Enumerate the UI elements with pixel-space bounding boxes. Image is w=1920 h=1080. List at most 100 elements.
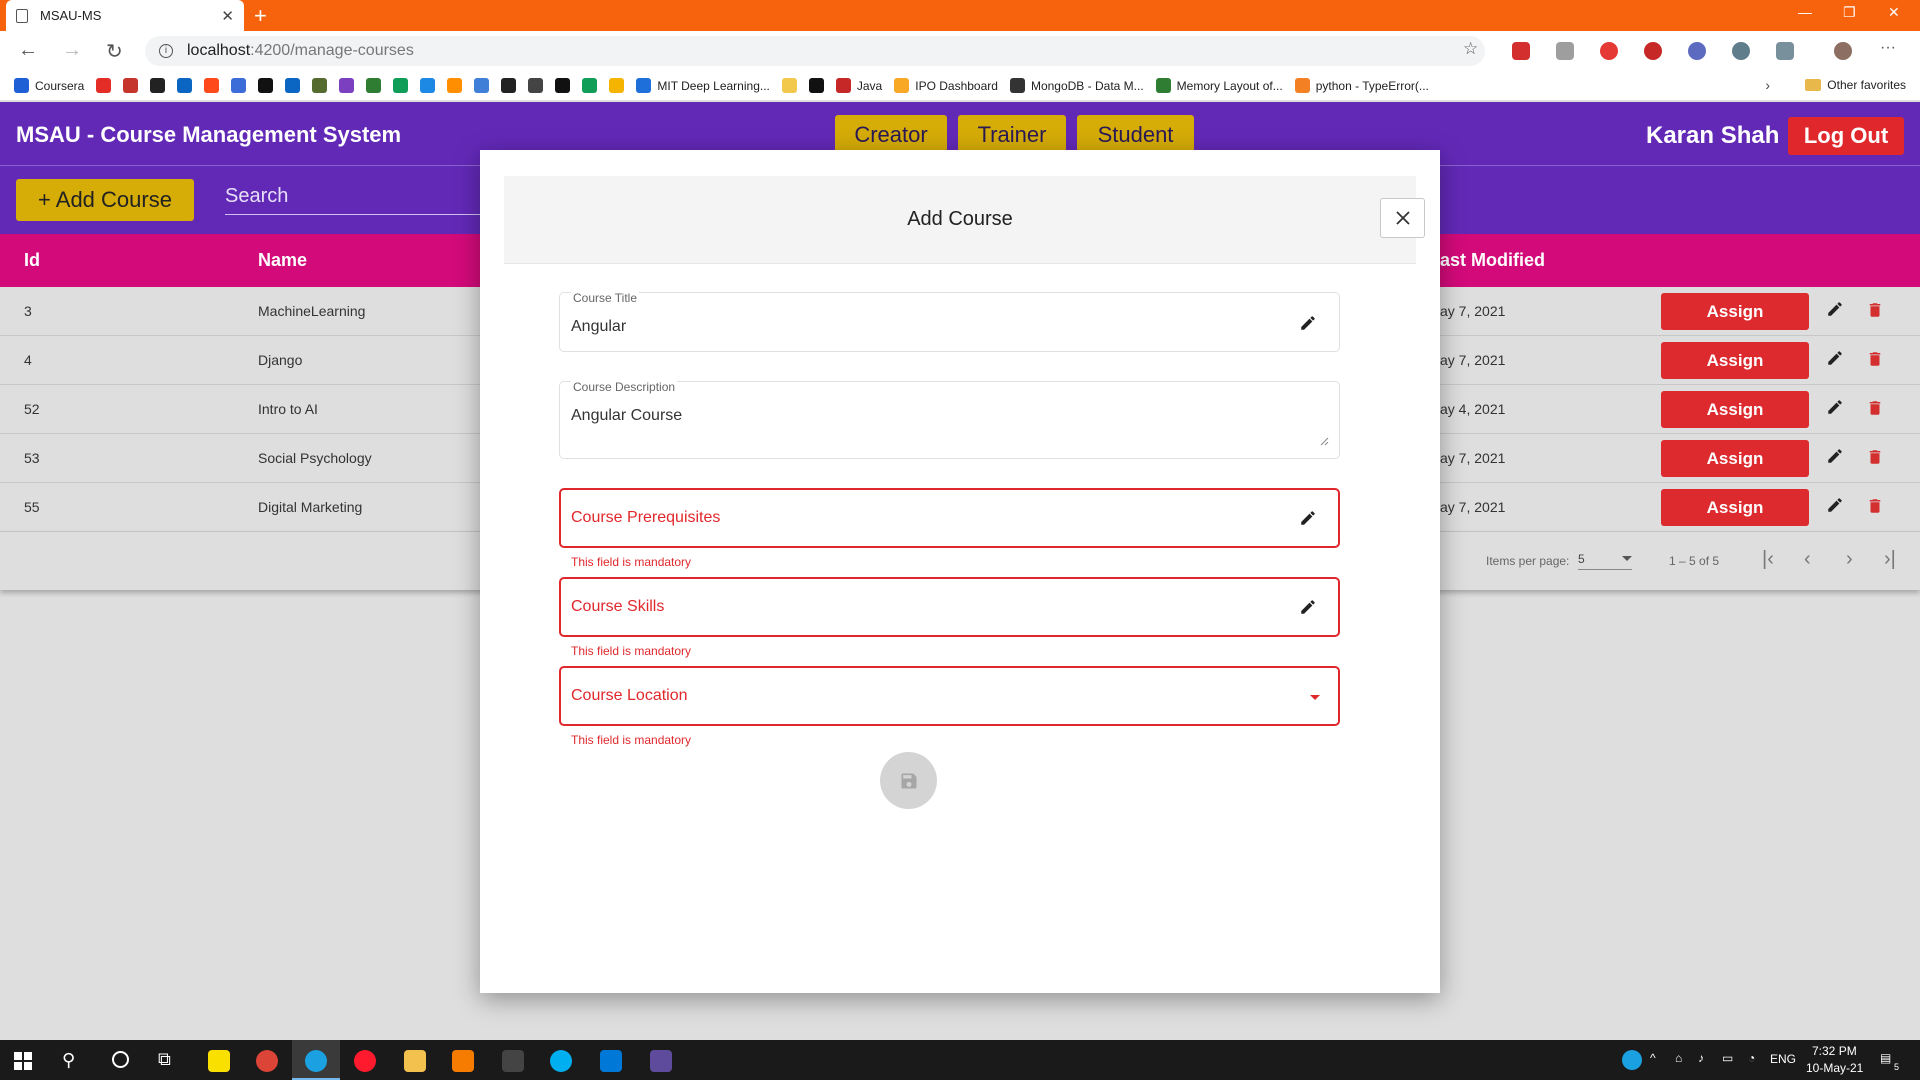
bookmark-item[interactable]: MIT Deep Learning... <box>636 78 770 93</box>
forward-icon[interactable]: → <box>62 39 82 62</box>
edit-pencil-icon[interactable] <box>1299 509 1317 527</box>
edit-pencil-icon[interactable] <box>1826 300 1844 321</box>
clock-date[interactable]: 10-May-21 <box>1806 1061 1863 1075</box>
bookmark-item[interactable] <box>393 78 409 93</box>
extension-icon[interactable] <box>1688 42 1706 60</box>
assign-button[interactable]: Assign <box>1661 489 1809 526</box>
edit-pencil-icon[interactable] <box>1299 598 1317 616</box>
notifications-icon[interactable]: ▤ <box>1880 1051 1891 1065</box>
edit-pencil-icon[interactable] <box>1826 496 1844 517</box>
edit-pencil-icon[interactable] <box>1826 398 1844 419</box>
bookmark-item[interactable] <box>808 78 824 93</box>
back-icon[interactable]: ← <box>18 39 38 62</box>
edit-pencil-icon[interactable] <box>1826 349 1844 370</box>
favorite-star-icon[interactable]: ☆ <box>1463 39 1478 59</box>
assign-button[interactable]: Assign <box>1661 440 1809 477</box>
bookmark-item[interactable] <box>474 78 490 93</box>
file-explorer-icon[interactable] <box>404 1050 426 1072</box>
resize-grip-icon[interactable] <box>1320 437 1329 446</box>
course-description-field[interactable]: Course Description Angular Course <box>559 380 1340 459</box>
delete-trash-icon[interactable] <box>1866 300 1884 323</box>
tab-close-icon[interactable]: ✕ <box>221 7 234 25</box>
network-icon[interactable]: ⌂ <box>1675 1051 1682 1065</box>
items-per-page-select[interactable]: 5 <box>1578 552 1632 570</box>
bookmark-item[interactable]: Coursera <box>14 78 84 93</box>
extension-icon[interactable] <box>1644 42 1662 60</box>
trainer-button[interactable]: Trainer <box>958 115 1066 155</box>
bookmarks-overflow-icon[interactable]: › <box>1765 77 1770 93</box>
chrome-icon[interactable] <box>256 1050 278 1072</box>
course-skills-field[interactable]: Course Skills <box>559 577 1340 637</box>
extension-icon[interactable] <box>1512 42 1530 60</box>
bookmark-item[interactable] <box>609 78 625 93</box>
column-header-id[interactable]: Id <box>24 250 40 271</box>
url-field[interactable]: i localhost:4200/manage-courses <box>145 36 1485 66</box>
new-tab-button[interactable]: + <box>254 3 267 29</box>
bookmark-item[interactable] <box>285 78 301 93</box>
task-view-icon[interactable]: ⧉ <box>158 1049 171 1070</box>
column-header-name[interactable]: Name <box>258 250 307 271</box>
help-icon[interactable] <box>1622 1050 1642 1070</box>
terminal-icon[interactable] <box>502 1050 524 1072</box>
jupyter-icon[interactable] <box>452 1050 474 1072</box>
bookmark-item[interactable] <box>528 78 544 93</box>
delete-trash-icon[interactable] <box>1866 398 1884 421</box>
bookmark-item[interactable] <box>447 78 463 93</box>
student-button[interactable]: Student <box>1077 115 1194 155</box>
tray-chevron-icon[interactable]: ^ <box>1650 1051 1656 1065</box>
language-indicator[interactable]: ENG <box>1770 1052 1796 1066</box>
add-course-button[interactable]: + Add Course <box>16 179 194 221</box>
bookmark-item[interactable] <box>177 78 193 93</box>
course-prerequisites-field[interactable]: Course Prerequisites <box>559 488 1340 548</box>
save-button[interactable] <box>880 752 937 809</box>
first-page-icon[interactable]: |‹ <box>1762 548 1774 571</box>
sticky-notes-icon[interactable] <box>208 1050 230 1072</box>
edge-icon[interactable] <box>305 1050 327 1072</box>
bookmark-item[interactable] <box>96 78 112 93</box>
more-menu-icon[interactable]: ··· <box>1880 39 1896 57</box>
other-favorites[interactable]: Other favorites <box>1805 78 1906 92</box>
bookmark-item[interactable]: Memory Layout of... <box>1155 78 1283 93</box>
course-location-select[interactable]: Course Location <box>559 666 1340 726</box>
assign-button[interactable]: Assign <box>1661 293 1809 330</box>
bookmark-item[interactable]: python - TypeError(... <box>1294 78 1429 93</box>
dialog-close-button[interactable] <box>1380 198 1425 238</box>
windows-start-icon[interactable] <box>14 1052 32 1070</box>
eclipse-icon[interactable] <box>650 1050 672 1072</box>
minimize-icon[interactable]: — <box>1798 4 1812 20</box>
edit-pencil-icon[interactable] <box>1299 314 1317 332</box>
info-icon[interactable]: i <box>159 44 173 58</box>
clock-time[interactable]: 7:32 PM <box>1812 1044 1857 1058</box>
bookmark-item[interactable] <box>123 78 139 93</box>
bookmark-item[interactable] <box>781 78 797 93</box>
delete-trash-icon[interactable] <box>1866 496 1884 519</box>
bookmark-item[interactable] <box>204 78 220 93</box>
extension-icon[interactable] <box>1600 42 1618 60</box>
assign-button[interactable]: Assign <box>1661 342 1809 379</box>
assign-button[interactable]: Assign <box>1661 391 1809 428</box>
bookmark-item[interactable] <box>555 78 571 93</box>
wifi-icon[interactable]: ◔ <box>1748 1051 1755 1065</box>
bookmark-item[interactable] <box>339 78 355 93</box>
bookmark-item[interactable] <box>258 78 274 93</box>
opera-icon[interactable] <box>354 1050 376 1072</box>
last-page-icon[interactable]: ›| <box>1884 548 1896 571</box>
bookmark-item[interactable] <box>420 78 436 93</box>
battery-icon[interactable]: ▭ <box>1722 1051 1733 1065</box>
course-title-field[interactable]: Course Title Angular <box>559 291 1340 352</box>
skype-icon[interactable] <box>550 1050 572 1072</box>
bookmark-item[interactable]: MongoDB - Data M... <box>1009 78 1144 93</box>
edit-pencil-icon[interactable] <box>1826 447 1844 468</box>
vscode-icon[interactable] <box>600 1050 622 1072</box>
collections-icon[interactable] <box>1776 42 1794 60</box>
delete-trash-icon[interactable] <box>1866 349 1884 372</box>
column-header-last-modified[interactable]: ast Modified <box>1440 250 1545 271</box>
bookmark-item[interactable]: IPO Dashboard <box>894 78 998 93</box>
creator-button[interactable]: Creator <box>835 115 947 155</box>
window-close-icon[interactable]: ✕ <box>1888 4 1900 21</box>
bookmark-item[interactable]: Java <box>835 78 882 93</box>
logout-button[interactable]: Log Out <box>1788 117 1904 155</box>
browser-tab[interactable]: MSAU-MS ✕ <box>6 0 244 31</box>
bookmark-item[interactable] <box>366 78 382 93</box>
bookmark-item[interactable] <box>231 78 247 93</box>
